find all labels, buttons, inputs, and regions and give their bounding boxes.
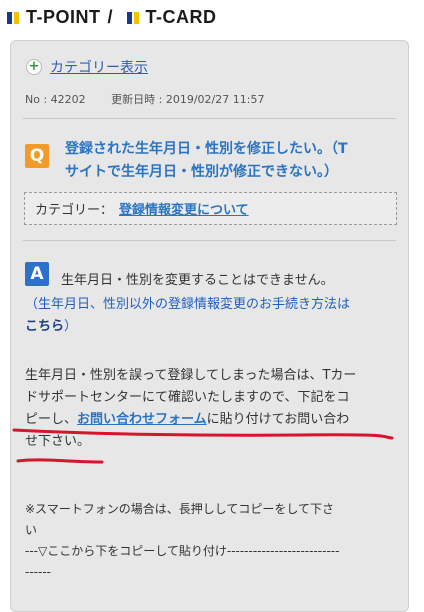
category-toggle-link[interactable]: カテゴリー表示 [50,57,148,77]
body-line: せ下さい。 [25,434,91,449]
faq-number: No : 42202 [25,93,86,106]
answer-note-line: こちら） [25,316,397,338]
body-line: ドサポートセンターにて確認いたしますので、下記をコ [25,390,350,405]
copy-line: い [25,523,38,537]
question-line: 登録された生年月日・性別を修正したい。（T [65,141,348,157]
copy-line: ------ [25,565,51,579]
answer-note: （生年月日、性別以外の登録情報変更のお手続き方法は こちら） [25,294,397,338]
category-link[interactable]: 登録情報変更について [119,199,249,218]
copy-line: ※スマートフォンの場合は、長押ししてコピーをして下さ [25,502,334,516]
question-line: サイトで生年月日・性別が修正できない。） [65,164,338,180]
category-toggle[interactable]: + カテゴリー表示 [26,57,148,77]
answer-body: 生年月日・性別を誤って登録してしまった場合は、Tカー ドサポートセンターにて確認… [25,365,397,453]
faq-panel: + カテゴリー表示 No : 42202 更新日時 : 2019/02/27 1… [10,40,409,612]
question-title: 登録された生年月日・性別を修正したい。（T サイトで生年月日・性別が修正できない… [65,138,400,184]
other-procedure-link[interactable]: こちら [25,319,64,334]
answer-note-line: （生年月日、性別以外の登録情報変更のお手続き方法は [25,297,351,312]
answer-note-close: ） [64,319,78,334]
tcard-logo-text[interactable]: T-CARD [146,7,217,28]
body-line: ピーし、お問い合わせフォームに貼り付けてお問い合わ [25,409,397,431]
tpoint-logo-icon [7,10,21,24]
faq-meta: No : 42202 更新日時 : 2019/02/27 11:57 [25,91,264,107]
body-line-prefix: ピーし、 [25,412,78,427]
answer-text: 生年月日・性別を変更することはできません。 [61,273,334,288]
tcard-logo-icon [126,10,141,24]
contact-form-link[interactable]: お問い合わせフォーム [77,412,207,427]
divider [23,118,396,119]
body-line-suffix: に貼り付けてお問い合わ [206,412,350,427]
category-box: カテゴリー： 登録情報変更について [24,192,397,225]
faq-updated-time: 更新日時 : 2019/02/27 11:57 [111,93,265,106]
answer-icon: A [25,262,49,286]
question-icon: Q [25,144,49,168]
site-header: T-POINT / T-CARD [0,0,424,34]
plus-icon[interactable]: + [26,59,42,75]
logo-separator: / [107,6,113,27]
copy-instructions: ※スマートフォンの場合は、長押ししてコピーをして下さ い ---▽ここから下をコ… [25,499,397,583]
divider [23,240,396,241]
tpoint-logo-text[interactable]: T-POINT [26,7,101,28]
category-label: カテゴリー： [35,203,114,218]
body-line: 生年月日・性別を誤って登録してしまった場合は、Tカー [25,368,357,383]
copy-line: ---▽ここから下をコピーして貼り付け---------------------… [25,544,340,558]
